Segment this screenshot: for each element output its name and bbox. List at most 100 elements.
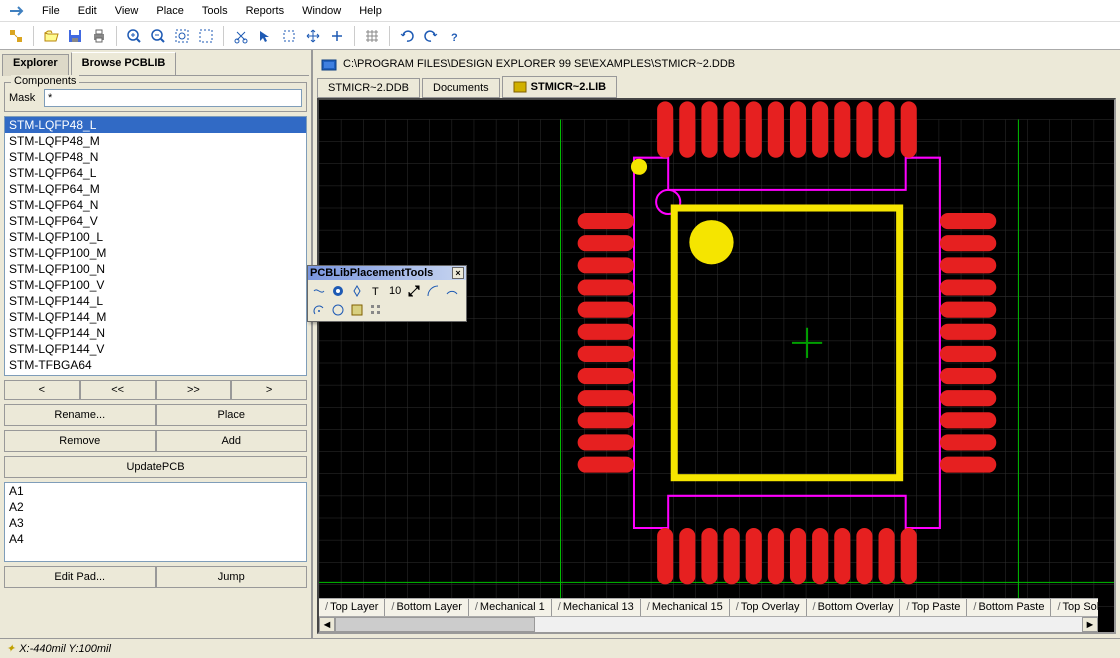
toolbox-titlebar[interactable]: PCBLibPlacementTools × (308, 266, 466, 280)
select-icon[interactable] (255, 26, 275, 46)
scroll-track[interactable] (335, 617, 1082, 632)
cut-icon[interactable] (231, 26, 251, 46)
coord-icon[interactable]: 10,10 (386, 282, 404, 300)
toolbar-link-icon[interactable] (6, 26, 26, 46)
layer-tab[interactable]: Bottom Layer (385, 599, 468, 616)
add-button[interactable]: Add (156, 430, 308, 452)
list-item[interactable]: STM-LQFP144_N (5, 325, 306, 341)
plus-icon[interactable] (327, 26, 347, 46)
layer-tab[interactable]: Bottom Paste (967, 599, 1051, 616)
menubar: File Edit View Place Tools Reports Windo… (0, 0, 1120, 22)
list-item[interactable]: STM-LQFP48_L (5, 117, 306, 133)
menu-tools[interactable]: Tools (194, 3, 236, 19)
list-item[interactable]: STM-LQFP100_N (5, 261, 306, 277)
deselect-icon[interactable] (279, 26, 299, 46)
remove-button[interactable]: Remove (4, 430, 156, 452)
layer-tab[interactable]: Mechanical 15 (641, 599, 730, 616)
doc-tab-lib[interactable]: STMICR~2.LIB (502, 76, 617, 98)
list-item[interactable]: STM-LQFP64_V (5, 213, 306, 229)
menu-place[interactable]: Place (148, 3, 192, 19)
full-circle-icon[interactable] (329, 301, 347, 319)
open-icon[interactable] (41, 26, 61, 46)
layer-tab[interactable]: Mechanical 1 (469, 599, 552, 616)
document-icon (321, 57, 337, 71)
menu-window[interactable]: Window (294, 3, 349, 19)
arc-edge-icon[interactable] (443, 282, 461, 300)
doc-tab-documents[interactable]: Documents (422, 78, 500, 98)
tab-browse-pcblib[interactable]: Browse PCBLIB (71, 52, 177, 75)
track-icon[interactable] (310, 282, 328, 300)
edit-pad-button[interactable]: Edit Pad... (4, 566, 156, 588)
dimension-icon[interactable] (405, 282, 423, 300)
layer-tab[interactable]: Top Overlay (730, 599, 807, 616)
layer-tab[interactable]: Top Layer (319, 599, 385, 616)
list-item[interactable]: STM-LQFP100_M (5, 245, 306, 261)
nav-prev-button[interactable]: << (80, 380, 156, 400)
list-item[interactable]: STM-LQFP64_M (5, 181, 306, 197)
pcb-canvas[interactable]: Top LayerBottom LayerMechanical 1Mechani… (317, 98, 1116, 634)
list-item[interactable]: STM-LQFP144_V (5, 341, 306, 357)
scroll-right-button[interactable]: ► (1082, 617, 1098, 632)
nav-next-button[interactable]: >> (156, 380, 232, 400)
zoom-area-icon[interactable] (172, 26, 192, 46)
move-icon[interactable] (303, 26, 323, 46)
list-item[interactable]: STM-LQFP48_N (5, 149, 306, 165)
menu-reports[interactable]: Reports (238, 3, 293, 19)
layer-tab[interactable]: Mechanical 13 (552, 599, 641, 616)
print-icon[interactable] (89, 26, 109, 46)
save-icon[interactable] (65, 26, 85, 46)
nav-last-button[interactable]: > (231, 380, 307, 400)
layer-tab[interactable]: Bottom Overlay (807, 599, 901, 616)
menu-edit[interactable]: Edit (70, 3, 105, 19)
mask-input[interactable] (44, 89, 302, 107)
string-icon[interactable]: T (367, 282, 385, 300)
menu-help[interactable]: Help (351, 3, 390, 19)
app-icon[interactable] (4, 2, 32, 20)
redo-icon[interactable] (421, 26, 441, 46)
zoom-out-icon[interactable] (148, 26, 168, 46)
list-item[interactable]: A4 (5, 531, 306, 547)
list-item[interactable]: A2 (5, 499, 306, 515)
pcblib-placement-tools-toolbox[interactable]: PCBLibPlacementTools × T 10,10 (307, 265, 467, 322)
grid-icon[interactable] (362, 26, 382, 46)
array-icon[interactable] (367, 301, 385, 319)
nav-first-button[interactable]: < (4, 380, 80, 400)
fill-icon[interactable] (348, 301, 366, 319)
help-icon[interactable]: ? (445, 26, 465, 46)
secondary-list[interactable]: A1A2A3A4 (4, 482, 307, 562)
rename-button[interactable]: Rename... (4, 404, 156, 426)
menu-file[interactable]: File (34, 3, 68, 19)
doc-tab-ddb[interactable]: STMICR~2.DDB (317, 78, 420, 98)
component-list[interactable]: STM-LQFP48_LSTM-LQFP48_MSTM-LQFP48_NSTM-… (4, 116, 307, 376)
list-item[interactable]: STM-LQFP48_M (5, 133, 306, 149)
canvas-scrollbar-horizontal[interactable]: ◄ ► (319, 616, 1098, 632)
place-button[interactable]: Place (156, 404, 308, 426)
list-item[interactable]: STM-LQFP144_L (5, 293, 306, 309)
list-item[interactable]: STM-LQFP100_L (5, 229, 306, 245)
list-item[interactable]: A3 (5, 515, 306, 531)
arc-any-icon[interactable] (310, 301, 328, 319)
undo-icon[interactable] (397, 26, 417, 46)
arc-center-icon[interactable] (424, 282, 442, 300)
layer-tab[interactable]: Top Solder (1051, 599, 1098, 616)
update-pcb-button[interactable]: UpdatePCB (4, 456, 307, 478)
pad-icon[interactable] (329, 282, 347, 300)
list-item[interactable]: STM-TFBGA64 (5, 357, 306, 373)
toolbox-close-button[interactable]: × (452, 267, 464, 279)
tab-explorer[interactable]: Explorer (2, 54, 69, 76)
scroll-left-button[interactable]: ◄ (319, 617, 335, 632)
zoom-in-icon[interactable] (124, 26, 144, 46)
separator (33, 26, 34, 46)
scroll-thumb[interactable] (335, 617, 535, 632)
panel-tabs: Explorer Browse PCBLIB (2, 52, 309, 76)
layer-tab[interactable]: Top Paste (900, 599, 967, 616)
list-item[interactable]: A1 (5, 483, 306, 499)
list-item[interactable]: STM-LQFP100_V (5, 277, 306, 293)
via-icon[interactable] (348, 282, 366, 300)
menu-view[interactable]: View (107, 3, 147, 19)
list-item[interactable]: STM-LQFP64_N (5, 197, 306, 213)
list-item[interactable]: STM-LQFP64_L (5, 165, 306, 181)
list-item[interactable]: STM-LQFP144_M (5, 309, 306, 325)
zoom-fit-icon[interactable] (196, 26, 216, 46)
jump-button[interactable]: Jump (156, 566, 308, 588)
